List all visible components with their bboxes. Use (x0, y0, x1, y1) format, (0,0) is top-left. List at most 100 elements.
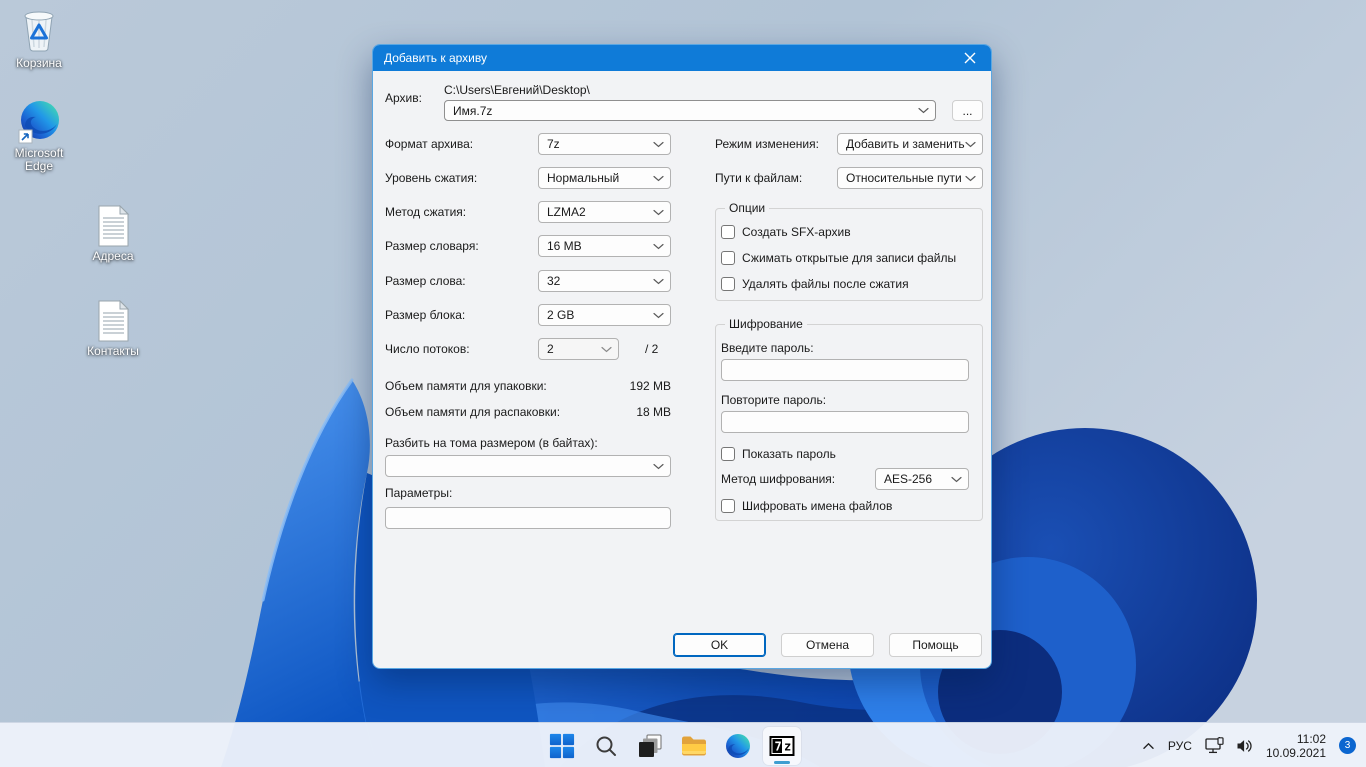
memory-packing-value: 192 MB (629, 379, 671, 393)
search-button[interactable] (587, 727, 625, 765)
windows-start-icon (549, 733, 575, 758)
archive-name-value: Имя.7z (453, 103, 493, 118)
help-button[interactable]: Помощь (889, 633, 982, 657)
encryption-method-combobox[interactable]: AES-256 (875, 468, 969, 490)
chevron-down-icon (653, 141, 664, 147)
chevron-up-icon (1143, 742, 1154, 749)
chevron-down-icon (653, 312, 664, 318)
archive-name-combobox[interactable]: Имя.7z (444, 100, 936, 121)
hidden-icons-button[interactable] (1142, 742, 1155, 750)
chevron-down-icon (653, 463, 664, 469)
desktop-icon-label: Корзина (16, 56, 62, 70)
network-icon (1205, 736, 1224, 753)
7zip-taskbar-button[interactable]: 7 z (763, 726, 801, 765)
file-explorer-icon (682, 736, 706, 755)
dictionary-size-combobox[interactable]: 16 MB (538, 235, 671, 257)
cancel-button-label: Отмена (805, 638, 850, 652)
close-button[interactable] (949, 45, 991, 71)
encryption-method-value: AES-256 (884, 472, 933, 486)
running-app-indicator (774, 760, 790, 764)
cpu-threads-combobox[interactable]: 2 (538, 338, 619, 360)
encryption-method-label: Метод шифрования: (721, 472, 836, 486)
desktop-icon-label: Контакты (87, 344, 139, 358)
compression-method-value: LZMA2 (547, 205, 586, 219)
memory-unpacking-label: Объем памяти для распаковки: (385, 405, 561, 419)
document-icon (98, 300, 129, 342)
chevron-down-icon (965, 175, 976, 181)
edge-button[interactable] (719, 727, 757, 765)
desktop-icon-addresses[interactable]: Адреса (81, 205, 145, 263)
tray-status-icons[interactable] (1205, 736, 1253, 755)
cpu-threads-value: 2 (547, 342, 554, 356)
checkbox-box (721, 499, 735, 513)
show-password-checkbox[interactable]: Показать пароль (721, 446, 836, 462)
enter-password-label: Введите пароль: (721, 341, 814, 355)
add-to-archive-dialog: Добавить к архиву Архив: C:\Users\Евгени… (372, 44, 992, 669)
taskbar-center-icons: 7 z (543, 723, 801, 767)
split-volumes-combobox[interactable] (385, 455, 671, 477)
cancel-button[interactable]: Отмена (781, 633, 874, 657)
notification-badge[interactable]: 3 (1339, 737, 1356, 754)
chevron-down-icon (951, 476, 962, 482)
compression-level-combobox[interactable]: Нормальный (538, 167, 671, 189)
language-indicator[interactable]: РУС (1168, 739, 1192, 753)
desktop-icon-edge[interactable]: Microsoft Edge (7, 100, 71, 173)
parameters-label: Параметры: (385, 486, 453, 500)
chevron-down-icon (653, 175, 664, 181)
ok-button[interactable]: OK (673, 633, 766, 657)
desktop-icon-contacts[interactable]: Контакты (81, 300, 145, 358)
archive-directory-path: C:\Users\Евгений\Desktop\ (444, 83, 590, 97)
svg-text:z: z (784, 739, 791, 753)
delete-after-compression-checkbox[interactable]: Удалять файлы после сжатия (721, 276, 909, 292)
system-tray: РУС 11:02 10.09.2021 3 (1142, 723, 1356, 767)
task-view-button[interactable] (631, 727, 669, 765)
block-size-combobox[interactable]: 2 GB (538, 304, 671, 326)
edge-icon (726, 733, 750, 758)
encrypt-filenames-label: Шифровать имена файлов (742, 499, 893, 513)
document-icon (98, 205, 129, 247)
show-password-label: Показать пароль (742, 447, 836, 461)
checkbox-box (721, 251, 735, 265)
encrypt-filenames-checkbox[interactable]: Шифровать имена файлов (721, 498, 892, 514)
desktop-icon-recycle-bin[interactable]: Корзина (7, 8, 71, 70)
file-paths-label: Пути к файлам: (715, 171, 803, 185)
recycle-bin-icon (24, 11, 54, 52)
dialog-title: Добавить к архиву (384, 51, 487, 65)
chevron-down-icon (653, 243, 664, 249)
taskbar: 7 z РУС 11:02 10.09.2021 3 (0, 722, 1366, 767)
speaker-icon (1237, 739, 1252, 752)
dictionary-size-value: 16 MB (547, 239, 582, 253)
file-paths-value: Относительные пути (846, 171, 962, 185)
chevron-down-icon (965, 141, 976, 147)
block-size-value: 2 GB (547, 308, 575, 322)
dictionary-size-label: Размер словаря: (385, 239, 479, 253)
ok-button-label: OK (710, 638, 729, 652)
compress-shared-files-checkbox[interactable]: Сжимать открытые для записи файлы (721, 250, 956, 266)
update-mode-combobox[interactable]: Добавить и заменить (837, 133, 983, 155)
compression-level-value: Нормальный (547, 171, 620, 185)
word-size-combobox[interactable]: 32 (538, 270, 671, 292)
dialog-titlebar: Добавить к архиву (373, 45, 991, 71)
file-explorer-button[interactable] (675, 727, 713, 765)
clock[interactable]: 11:02 10.09.2021 (1266, 732, 1326, 760)
archive-format-label: Формат архива: (385, 137, 474, 151)
chevron-down-icon (653, 278, 664, 284)
compression-method-combobox[interactable]: LZMA2 (538, 201, 671, 223)
notification-count: 3 (1344, 740, 1351, 751)
start-button[interactable] (543, 727, 581, 765)
word-size-label: Размер слова: (385, 274, 466, 288)
create-sfx-checkbox[interactable]: Создать SFX-архив (721, 224, 851, 240)
archive-format-combobox[interactable]: 7z (538, 133, 671, 155)
delete-after-compression-label: Удалять файлы после сжатия (742, 277, 909, 291)
update-mode-value: Добавить и заменить (846, 137, 965, 151)
memory-unpacking-value: 18 MB (636, 405, 671, 419)
update-mode-label: Режим изменения: (715, 137, 819, 151)
chevron-down-icon (653, 209, 664, 215)
compression-level-label: Уровень сжатия: (385, 171, 478, 185)
enter-password-input[interactable] (721, 359, 969, 381)
browse-button[interactable]: ... (952, 100, 983, 121)
parameters-input[interactable] (385, 507, 671, 529)
file-paths-combobox[interactable]: Относительные пути (837, 167, 983, 189)
chevron-down-icon (918, 107, 929, 114)
repeat-password-input[interactable] (721, 411, 969, 433)
